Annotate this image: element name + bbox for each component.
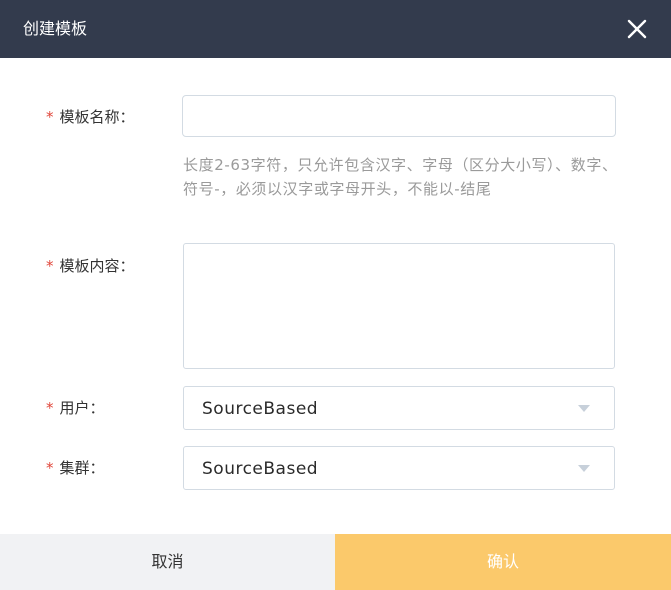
- dialog-title: 创建模板: [23, 19, 88, 38]
- close-icon[interactable]: [625, 17, 649, 41]
- template-content-textarea[interactable]: [183, 243, 615, 369]
- cluster-label: * 集群：: [46, 458, 105, 478]
- template-content-label-text: 模板内容：: [59, 257, 135, 275]
- required-mark: *: [46, 399, 54, 417]
- template-name-hint: 长度2-63字符，只允许包含汉字、字母（区分大小写）、数字、符号-，必须以汉字或…: [183, 156, 618, 198]
- required-mark: *: [46, 108, 54, 126]
- template-name-label-text: 模板名称：: [59, 108, 135, 126]
- cluster-select[interactable]: SourceBased: [183, 446, 615, 490]
- dialog-footer: 取消 确认: [0, 534, 671, 590]
- required-mark: *: [46, 459, 54, 477]
- cancel-button[interactable]: 取消: [0, 534, 335, 590]
- cluster-label-text: 集群：: [59, 459, 105, 477]
- template-content-label: * 模板内容：: [46, 256, 135, 276]
- user-select-value: SourceBased: [202, 399, 319, 419]
- chevron-down-icon: [578, 465, 590, 472]
- user-select[interactable]: SourceBased: [183, 386, 615, 430]
- template-name-input[interactable]: [182, 95, 616, 137]
- user-label: * 用户：: [46, 398, 105, 418]
- chevron-down-icon: [578, 405, 590, 412]
- template-name-label: * 模板名称：: [46, 107, 135, 127]
- confirm-button[interactable]: 确认: [335, 534, 671, 590]
- required-mark: *: [46, 257, 54, 275]
- dialog-header: 创建模板: [0, 0, 671, 58]
- create-template-dialog: 创建模板 * 模板名称： 长度2-63字符，只允许包含汉字、字母（区分大小写）、数…: [0, 0, 671, 590]
- user-label-text: 用户：: [59, 399, 105, 417]
- cluster-select-value: SourceBased: [202, 459, 319, 479]
